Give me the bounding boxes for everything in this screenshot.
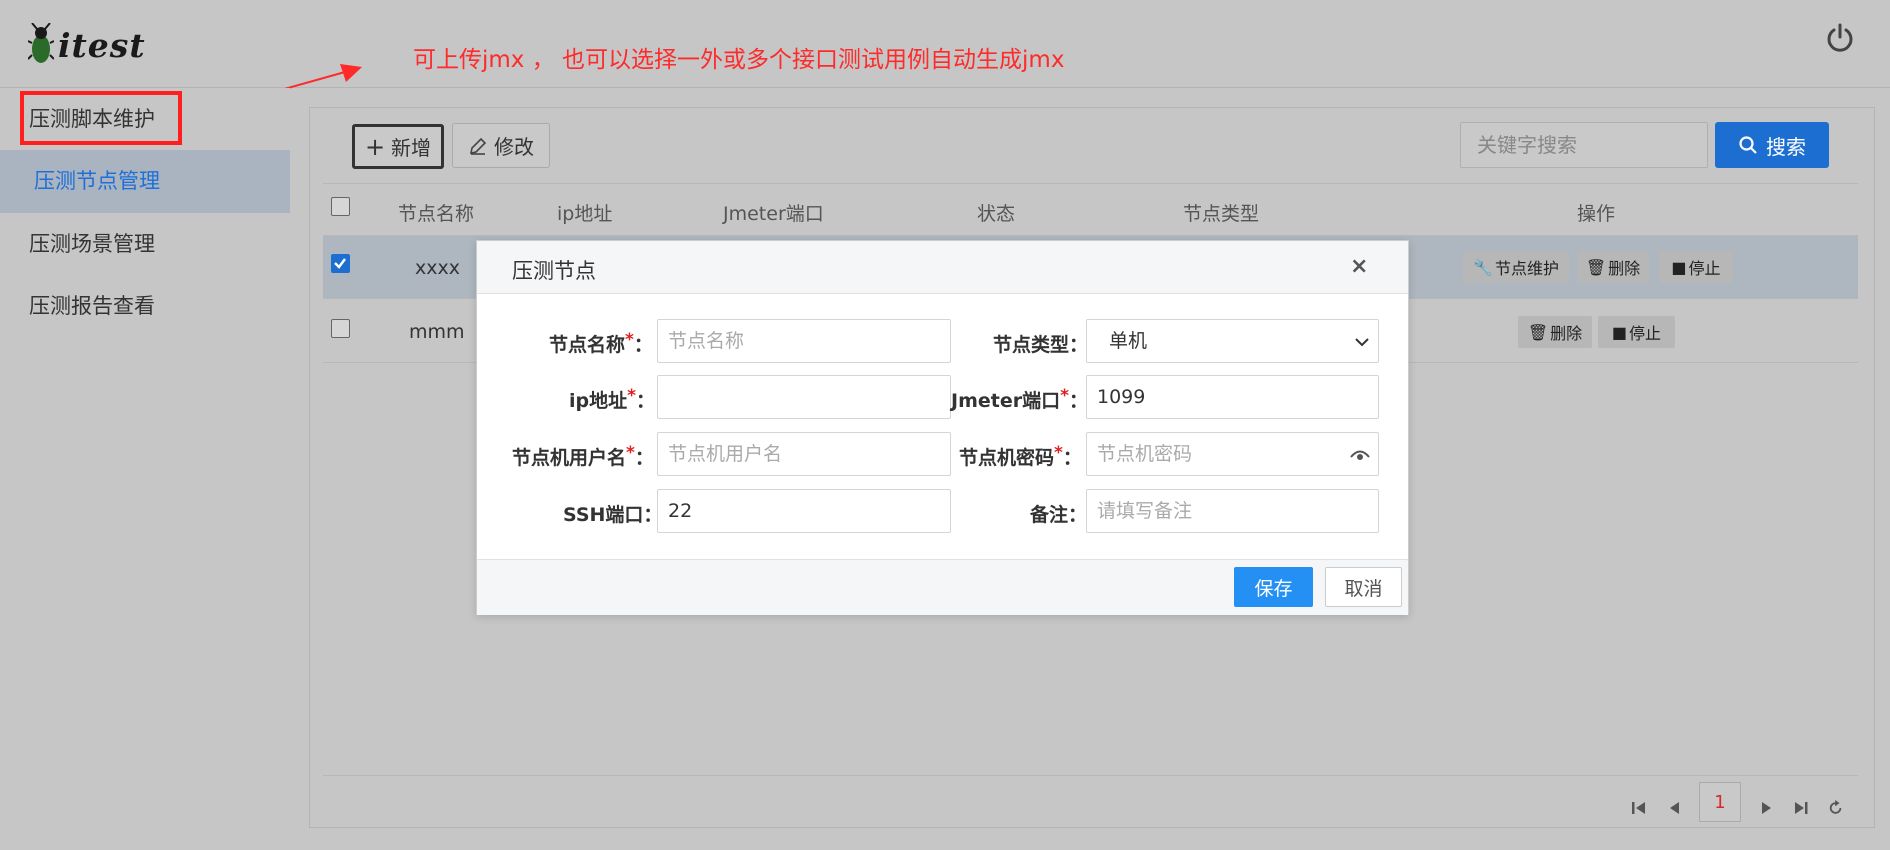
required-mark: * bbox=[1060, 386, 1069, 406]
remark-input[interactable]: 请填写备注 bbox=[1086, 489, 1379, 533]
stop-label: 停止 bbox=[1688, 259, 1721, 278]
password-placeholder: 节点机密码 bbox=[1097, 443, 1193, 465]
delete-label: 删除 bbox=[1550, 324, 1583, 343]
delete-button[interactable]: 🗑 删除 bbox=[1577, 251, 1649, 283]
search-icon bbox=[1739, 136, 1757, 154]
column-header: 节点名称 bbox=[398, 203, 475, 225]
sidebar: 压测脚本维护 压测节点管理 压测场景管理 压测报告查看 bbox=[0, 88, 290, 850]
sidebar-item-label: 压测场景管理 bbox=[29, 232, 155, 256]
node-name-input[interactable]: 节点名称 bbox=[657, 319, 951, 363]
row-checkbox[interactable] bbox=[331, 254, 350, 273]
edit-label: 修改 bbox=[494, 135, 534, 159]
required-mark: * bbox=[1054, 443, 1063, 463]
node-maintain-button[interactable]: 🔧 节点维护 bbox=[1463, 251, 1569, 283]
add-label: 新增 bbox=[391, 136, 432, 160]
search-label: 搜索 bbox=[1766, 134, 1806, 159]
last-page-icon[interactable] bbox=[1792, 800, 1810, 816]
eye-icon[interactable] bbox=[1350, 448, 1370, 462]
label-text: 节点类型 bbox=[993, 334, 1070, 356]
annotation-highlight-box bbox=[20, 91, 182, 145]
node-type-select[interactable]: 单机 bbox=[1086, 319, 1379, 363]
refresh-icon[interactable] bbox=[1827, 800, 1845, 816]
label-text: Jmeter端口 bbox=[951, 390, 1061, 412]
pencil-icon bbox=[469, 137, 487, 155]
table-header: 节点名称 ip地址 Jmeter端口 状态 节点类型 操作 bbox=[323, 183, 1858, 234]
node-type-value: 单机 bbox=[1109, 330, 1148, 352]
sidebar-item-node-management[interactable]: 压测节点管理 bbox=[0, 150, 290, 213]
column-header: 状态 bbox=[977, 203, 1016, 225]
annotation-text: 可上传jmx ， 也可以选择一外或多个接口测试用例自动生成jmx bbox=[413, 47, 1065, 73]
column-header: 操作 bbox=[1577, 203, 1616, 225]
delete-button[interactable]: 🗑 删除 bbox=[1518, 316, 1592, 348]
node-name-label: 节点名称*： bbox=[549, 330, 653, 356]
ip-input[interactable] bbox=[657, 375, 951, 419]
stop-button[interactable]: ■ 停止 bbox=[1659, 251, 1733, 283]
node-password-input[interactable]: 节点机密码 bbox=[1086, 432, 1379, 476]
check-icon bbox=[334, 258, 346, 269]
sidebar-item-scenario-management[interactable]: 压测场景管理 bbox=[0, 213, 290, 276]
label-text: 备注 bbox=[1030, 504, 1069, 526]
node-maintain-label: 节点维护 bbox=[1494, 259, 1559, 278]
select-all-checkbox[interactable] bbox=[331, 197, 350, 216]
search-input[interactable]: 关键字搜索 bbox=[1460, 122, 1708, 168]
required-mark: * bbox=[625, 330, 634, 350]
sidebar-item-label: 压测节点管理 bbox=[34, 169, 160, 193]
node-dialog: 压测节点 × 节点名称*： 节点名称 节点类型： 单机 ip地址*： Jmete… bbox=[476, 240, 1409, 615]
label-text: 节点机密码 bbox=[959, 447, 1055, 469]
node-name-cell: xxxx bbox=[415, 257, 460, 279]
add-button[interactable]: + 新增 bbox=[352, 124, 444, 169]
stop-icon: ■ bbox=[1611, 322, 1628, 342]
bug-logo-icon bbox=[28, 23, 54, 63]
footer-divider bbox=[323, 775, 1858, 776]
label-text: 节点机用户名 bbox=[512, 447, 627, 469]
row-checkbox[interactable] bbox=[331, 319, 350, 338]
close-icon[interactable]: × bbox=[1350, 254, 1368, 279]
ssh-port-label: SSH端口： bbox=[563, 504, 663, 526]
prev-page-icon[interactable] bbox=[1666, 800, 1684, 816]
label-text: ip地址 bbox=[569, 390, 628, 412]
dialog-title: 压测节点 bbox=[512, 259, 596, 283]
search-button[interactable]: 搜索 bbox=[1715, 122, 1829, 168]
required-mark: * bbox=[626, 443, 635, 463]
ssh-port-input[interactable]: 22 bbox=[657, 489, 951, 533]
node-name-cell: mmm bbox=[409, 321, 465, 343]
label-text: SSH端口 bbox=[563, 504, 644, 526]
ip-label: ip地址*： bbox=[569, 386, 656, 412]
plus-icon: + bbox=[364, 132, 386, 161]
stop-label: 停止 bbox=[1629, 324, 1662, 343]
node-user-input[interactable]: 节点机用户名 bbox=[657, 432, 951, 476]
cancel-button[interactable]: 取消 bbox=[1325, 567, 1402, 607]
remark-label: 备注： bbox=[1030, 504, 1088, 526]
sidebar-item-label: 压测报告查看 bbox=[29, 294, 155, 318]
wrench-icon: 🔧 bbox=[1473, 257, 1493, 277]
first-page-icon[interactable] bbox=[1630, 800, 1648, 816]
column-header: 节点类型 bbox=[1183, 203, 1260, 225]
save-button[interactable]: 保存 bbox=[1234, 567, 1313, 607]
trash-icon: 🗑 bbox=[1527, 322, 1549, 342]
delete-label: 删除 bbox=[1608, 259, 1641, 278]
required-mark: * bbox=[627, 386, 637, 406]
node-password-label: 节点机密码*： bbox=[959, 443, 1082, 469]
stop-button[interactable]: ■ 停止 bbox=[1598, 316, 1675, 348]
node-type-label: 节点类型： bbox=[993, 334, 1089, 356]
trash-icon: 🗑 bbox=[1585, 257, 1607, 277]
label-text: 节点名称 bbox=[549, 334, 626, 356]
current-page[interactable]: 1 bbox=[1699, 782, 1741, 822]
chevron-down-icon bbox=[1355, 338, 1369, 347]
logo-text: itest bbox=[58, 25, 146, 65]
column-header: Jmeter端口 bbox=[723, 203, 824, 225]
edit-button[interactable]: 修改 bbox=[452, 123, 550, 168]
power-icon[interactable] bbox=[1824, 22, 1856, 54]
sidebar-item-report-view[interactable]: 压测报告查看 bbox=[0, 275, 290, 338]
node-user-label: 节点机用户名*： bbox=[512, 443, 654, 469]
app-logo: itest bbox=[28, 20, 146, 70]
next-page-icon[interactable] bbox=[1757, 800, 1775, 816]
dialog-header: 压测节点 × bbox=[477, 241, 1408, 294]
jmeter-port-label: Jmeter端口*： bbox=[951, 386, 1088, 412]
jmeter-port-input[interactable]: 1099 bbox=[1086, 375, 1379, 419]
column-header: ip地址 bbox=[557, 203, 613, 225]
stop-icon: ■ bbox=[1671, 257, 1687, 277]
